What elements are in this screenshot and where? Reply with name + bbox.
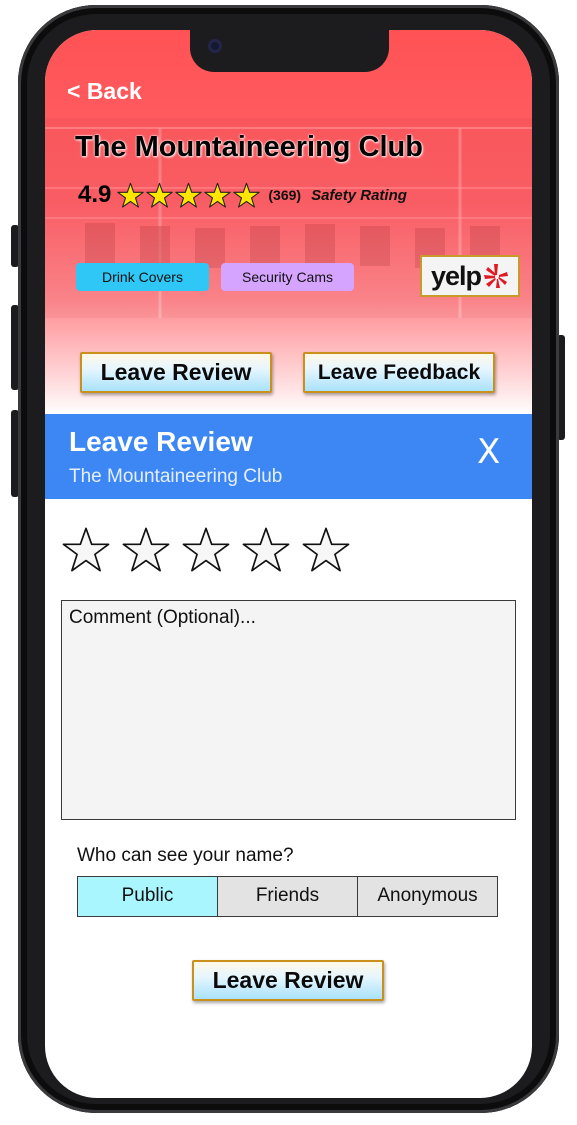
outline-star-icon[interactable]: [242, 526, 290, 574]
filled-star-icon: [204, 182, 232, 208]
filled-star-icon: [146, 182, 174, 208]
visibility-option-friends[interactable]: Friends: [218, 877, 358, 916]
outline-star-icon[interactable]: [62, 526, 110, 574]
outline-star-icon[interactable]: [182, 526, 230, 574]
tag-security-cams: Security Cams: [221, 263, 354, 291]
visibility-selector: Public Friends Anonymous: [77, 876, 498, 917]
front-camera: [208, 39, 222, 53]
venue-title: The Mountaineering Club: [75, 131, 423, 163]
review-modal-header: Leave Review The Mountaineering Club X: [45, 414, 532, 499]
modal-title: Leave Review: [69, 426, 253, 457]
rating-stars: [117, 182, 261, 209]
yelp-wordmark: yelp: [430, 260, 482, 291]
close-button[interactable]: X: [477, 432, 500, 472]
yelp-burst-icon: [484, 264, 509, 288]
leave-review-button[interactable]: Leave Review: [80, 352, 272, 393]
venue-header: < Back The Mountaineering Club 4.9 (369)…: [45, 30, 532, 415]
rating-row: 4.9 (369) Safety Rating: [78, 180, 407, 210]
visibility-option-anonymous[interactable]: Anonymous: [358, 877, 497, 916]
tag-drink-covers: Drink Covers: [76, 263, 209, 291]
rating-value: 4.9: [78, 181, 112, 208]
filled-star-icon: [117, 182, 145, 208]
visibility-option-public[interactable]: Public: [78, 877, 218, 916]
visibility-label: Who can see your name?: [77, 845, 294, 866]
safety-rating-label: Safety Rating: [311, 186, 407, 204]
yelp-button[interactable]: yelp: [420, 255, 520, 297]
outline-star-icon[interactable]: [302, 526, 350, 574]
leave-feedback-button[interactable]: Leave Feedback: [303, 352, 495, 393]
filled-star-icon: [175, 182, 203, 208]
filled-star-icon: [233, 182, 261, 208]
modal-subtitle: The Mountaineering Club: [69, 466, 283, 487]
review-count: (369): [268, 187, 302, 203]
outline-star-icon[interactable]: [122, 526, 170, 574]
star-rating-input: [62, 526, 350, 574]
phone-screen: < Back The Mountaineering Club 4.9 (369)…: [45, 30, 532, 1098]
comment-input[interactable]: [61, 600, 516, 820]
submit-review-button[interactable]: Leave Review: [192, 960, 384, 1001]
back-button[interactable]: < Back: [67, 78, 142, 105]
